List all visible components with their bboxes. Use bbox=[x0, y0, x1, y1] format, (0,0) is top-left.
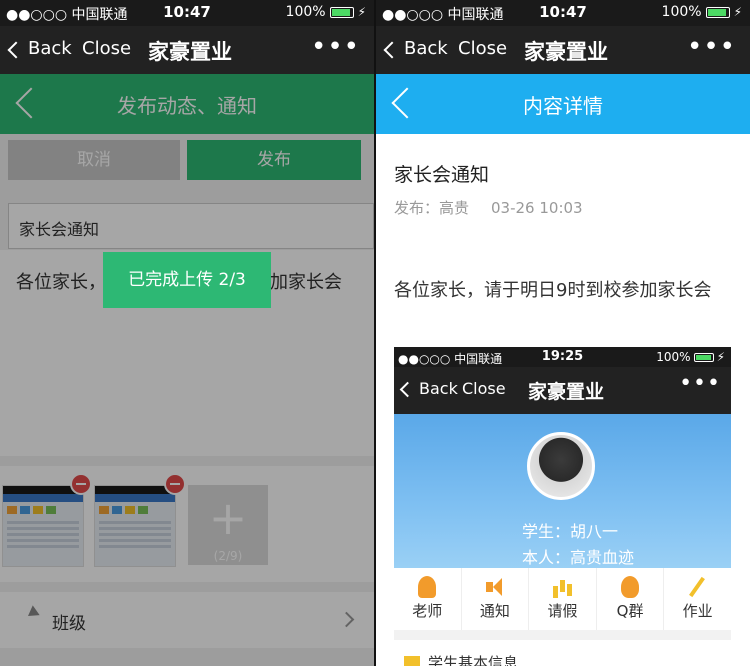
detail-screen: ●●○○○ 中国联通 10:47 100% ⚡ Back Close 家豪置业 … bbox=[376, 0, 750, 666]
basic-info-section: 学生基本信息 bbox=[394, 640, 731, 666]
qq-icon bbox=[621, 576, 640, 598]
chevron-left-icon bbox=[7, 41, 25, 58]
menu-leave: 请假 bbox=[529, 568, 597, 630]
embed-more: ••• bbox=[679, 371, 721, 396]
menu-label: 作业 bbox=[682, 602, 713, 620]
battery-icon bbox=[329, 6, 354, 18]
upload-toast: 已完成上传 2/3 bbox=[103, 252, 271, 308]
charging-icon: ⚡ bbox=[716, 350, 725, 364]
more-menu-button[interactable]: ••• bbox=[311, 32, 360, 62]
upload-overlay bbox=[0, 74, 374, 666]
embed-status-right: 100% ⚡ bbox=[656, 350, 725, 364]
teacher-icon bbox=[418, 576, 437, 598]
battery-percent: 100% bbox=[285, 4, 326, 20]
chevron-left-icon bbox=[383, 41, 401, 58]
pencil-icon bbox=[687, 576, 709, 598]
publish-screen: ●●○○○ 中国联通 10:47 100% ⚡ Back Close 家豪置业 … bbox=[0, 0, 374, 666]
embed-battery-percent: 100% bbox=[656, 350, 691, 364]
embed-back: Back bbox=[399, 379, 458, 398]
wechat-navbar: Back Close 家豪置业 ••• bbox=[0, 26, 374, 74]
embed-title: 家豪置业 bbox=[528, 381, 605, 403]
post-time: 03-26 10:03 bbox=[491, 199, 583, 217]
embed-status-bar: ●●○○○ 中国联通 19:25 100% ⚡ bbox=[394, 347, 731, 367]
menu-homework: 作业 bbox=[664, 568, 731, 630]
basic-info-label: 学生基本信息 bbox=[428, 654, 519, 666]
close-button[interactable]: Close bbox=[82, 38, 131, 59]
status-right: 100% ⚡ bbox=[286, 4, 366, 20]
chevron-left-icon bbox=[399, 381, 416, 398]
embed-navbar: Back Close 家豪置业 ••• bbox=[394, 367, 731, 414]
wechat-navbar: Back Close 家豪置业 ••• bbox=[376, 26, 750, 74]
speaker-icon bbox=[484, 576, 506, 598]
function-menu: 老师 通知 请假 Q群 作业 bbox=[394, 568, 731, 630]
page-title: 内容详情 bbox=[523, 94, 603, 118]
post-title: 家长会通知 bbox=[394, 164, 490, 186]
charging-icon: ⚡ bbox=[733, 5, 742, 19]
menu-label: 请假 bbox=[547, 602, 578, 620]
close-button[interactable]: Close bbox=[458, 38, 507, 59]
battery-icon bbox=[705, 6, 730, 18]
charging-icon: ⚡ bbox=[357, 5, 366, 19]
status-bar: ●●○○○ 中国联通 10:47 100% ⚡ bbox=[376, 0, 750, 26]
menu-label: 老师 bbox=[412, 602, 443, 620]
nav-title: 家豪置业 bbox=[148, 40, 232, 64]
self-name: 本人：高贵血迹 bbox=[522, 548, 635, 567]
page-header: 内容详情 bbox=[376, 74, 750, 134]
battery-percent: 100% bbox=[661, 4, 702, 20]
status-right: 100% ⚡ bbox=[662, 4, 742, 20]
attached-screenshot[interactable]: ●●○○○ 中国联通 19:25 100% ⚡ Back Close 家豪置业 … bbox=[394, 347, 731, 666]
publisher: 发布：高贵 bbox=[394, 199, 470, 217]
bar-chart-icon bbox=[551, 576, 573, 598]
student-name: 学生：胡八一 bbox=[522, 522, 619, 541]
avatar bbox=[527, 432, 595, 500]
section-gap bbox=[394, 630, 731, 640]
profile-hero: 学生：胡八一 本人：高贵血迹 bbox=[394, 414, 731, 568]
menu-teacher: 老师 bbox=[394, 568, 462, 630]
menu-notice: 通知 bbox=[462, 568, 530, 630]
menu-qq-group: Q群 bbox=[597, 568, 665, 630]
status-bar: ●●○○○ 中国联通 10:47 100% ⚡ bbox=[0, 0, 374, 26]
embed-back-label: Back bbox=[419, 379, 458, 398]
back-button[interactable]: Back bbox=[7, 38, 72, 59]
menu-label: 通知 bbox=[479, 602, 510, 620]
post-body: 各位家长，请于明日9时到校参加家长会 bbox=[394, 280, 712, 301]
post-meta: 发布：高贵 03-26 10:03 bbox=[394, 197, 583, 218]
battery-icon bbox=[693, 352, 714, 362]
nav-title: 家豪置业 bbox=[524, 40, 608, 64]
back-label: Back bbox=[404, 38, 448, 59]
back-label: Back bbox=[28, 38, 72, 59]
menu-label: Q群 bbox=[616, 602, 644, 620]
embed-close: Close bbox=[462, 379, 506, 398]
back-button[interactable]: Back bbox=[383, 38, 448, 59]
more-menu-button[interactable]: ••• bbox=[687, 32, 736, 62]
info-icon bbox=[404, 656, 420, 666]
